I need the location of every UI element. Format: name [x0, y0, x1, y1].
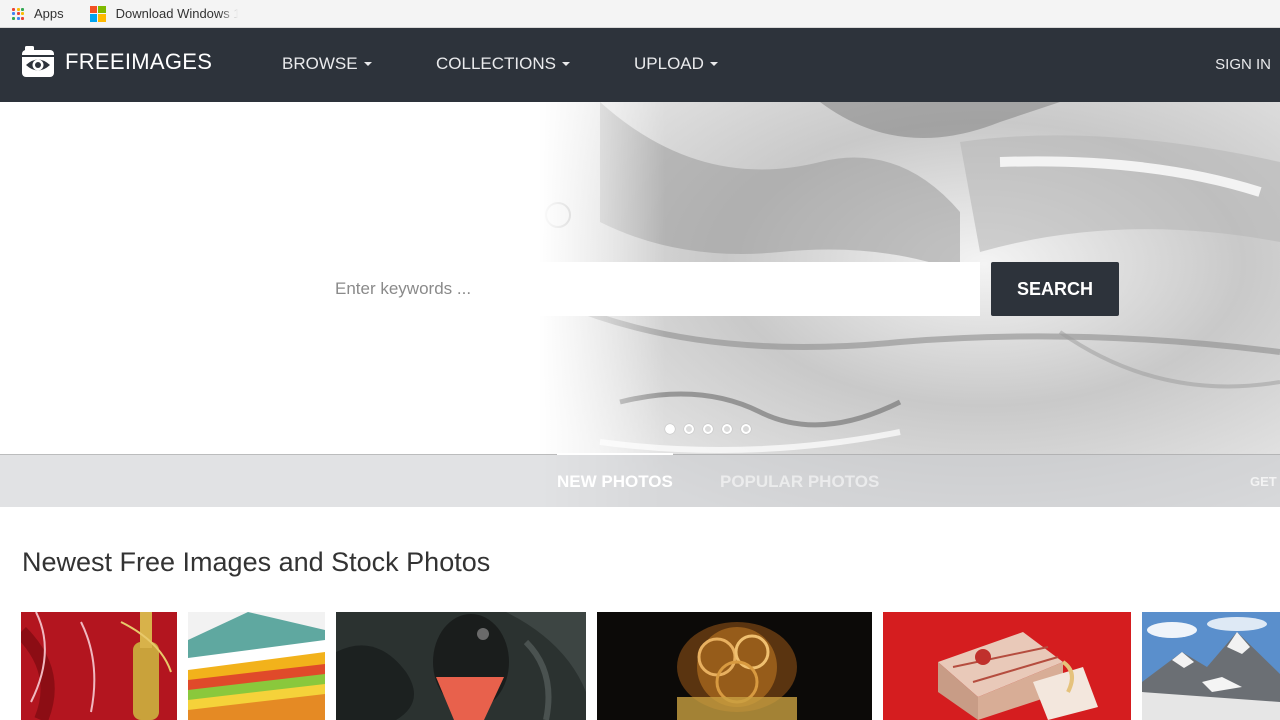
slider-dots: [665, 424, 760, 434]
caret-down-icon: [709, 62, 718, 66]
caret-down-icon: [363, 62, 372, 66]
bookmark-download-windows[interactable]: Download Windows 1: [89, 0, 238, 27]
bookmark-windows-label: Download Windows 1: [115, 6, 238, 21]
apps-grid-icon: [12, 7, 24, 20]
nav-browse-label: BROWSE: [282, 54, 358, 73]
nav-collections[interactable]: COLLECTIONS: [436, 54, 570, 74]
nav-collections-label: COLLECTIONS: [436, 54, 556, 73]
thumbnail-gift-box[interactable]: [883, 612, 1131, 720]
site-navbar: FREEIMAGES BROWSE COLLECTIONS UPLOAD SIG…: [0, 28, 1280, 102]
photo-tabs: NEW PHOTOS POPULAR PHOTOS GET: [0, 453, 1280, 507]
slider-dot[interactable]: [684, 424, 694, 434]
nav-upload[interactable]: UPLOAD: [634, 54, 718, 74]
thumbnail-champagne-bottle[interactable]: [21, 612, 177, 720]
slider-dot[interactable]: [722, 424, 732, 434]
sign-in-link[interactable]: SIGN IN: [1215, 56, 1271, 73]
search-button[interactable]: SEARCH: [991, 262, 1119, 316]
thumbnail-colorful-paper-stack[interactable]: [188, 612, 325, 720]
tab-new-photos[interactable]: NEW PHOTOS: [557, 453, 673, 507]
nav-browse[interactable]: BROWSE: [282, 54, 372, 74]
slider-dot[interactable]: [703, 424, 713, 434]
slider-dot[interactable]: [741, 424, 751, 434]
thumbnail-black-swan[interactable]: [336, 612, 586, 720]
site-logo[interactable]: FREEIMAGES: [21, 45, 212, 79]
section-title: Newest Free Images and Stock Photos: [22, 547, 491, 577]
windows-logo-icon: [89, 5, 106, 22]
slider-dot[interactable]: [665, 424, 675, 434]
bookmark-apps-label: Apps: [34, 6, 64, 21]
bookmark-apps[interactable]: Apps: [12, 0, 64, 27]
bookmarks-bar: Apps Download Windows 1: [0, 0, 1280, 28]
hero-banner: SEARCH NEW PHOTOS POPULAR PHOTOS GET: [0, 102, 1280, 507]
tab-get[interactable]: GET: [1250, 455, 1277, 507]
thumbnail-golden-ornament[interactable]: [597, 612, 872, 720]
logo-text: FREEIMAGES: [65, 49, 213, 74]
nav-upload-label: UPLOAD: [634, 54, 704, 73]
caret-down-icon: [561, 62, 570, 66]
thumbnail-mountain-landscape[interactable]: [1142, 612, 1280, 720]
camera-eye-icon: [22, 46, 54, 77]
tab-popular-photos[interactable]: POPULAR PHOTOS: [720, 455, 879, 507]
search-input[interactable]: [320, 262, 980, 316]
